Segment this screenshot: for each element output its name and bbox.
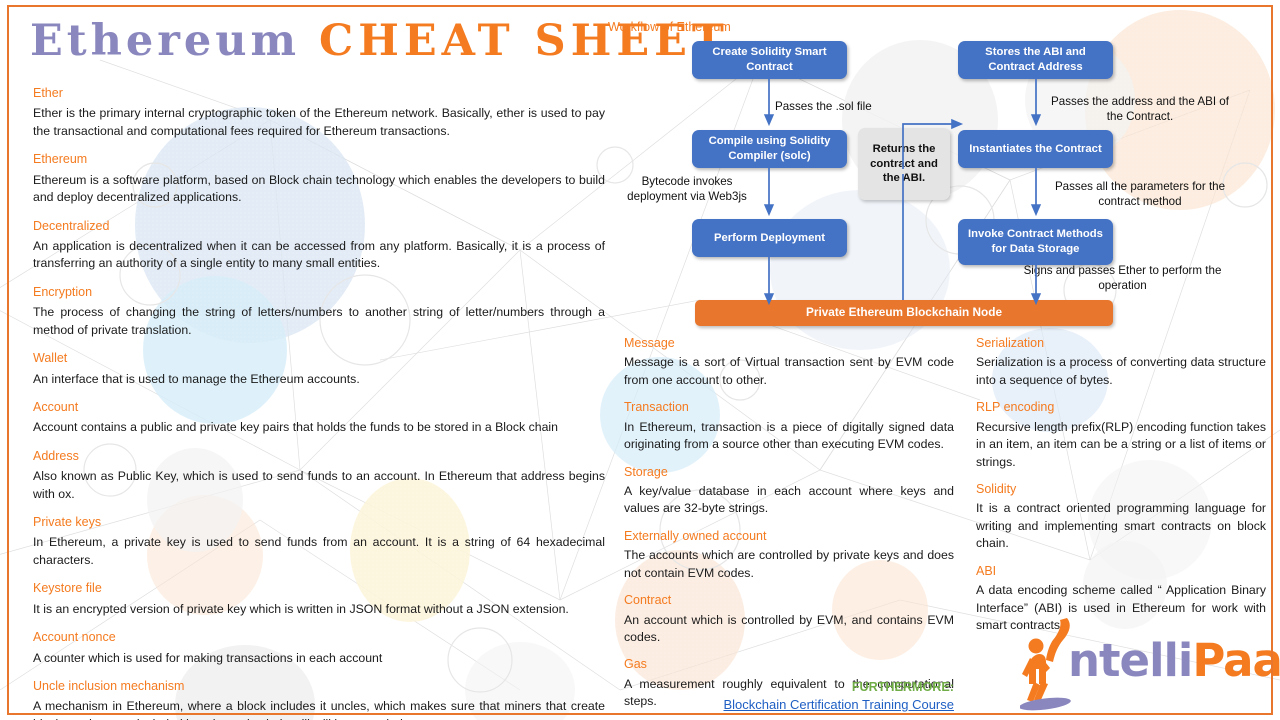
right-entry-term: ABI	[976, 563, 997, 578]
middle-entry-definition: The accounts which are controlled by pri…	[624, 548, 954, 580]
middle-entry-term: Contract	[624, 593, 672, 608]
left-entry-definition: Ethereum is a software platform, based o…	[33, 172, 605, 205]
workflow-connectors	[763, 78, 1042, 306]
left-entry-term: Account nonce	[33, 630, 116, 645]
left-entry-term: Keystore file	[33, 581, 102, 596]
left-entry-definition: The process of changing the string of le…	[33, 305, 605, 337]
middle-definition-column: Message Message is a sort of Virtual tran…	[624, 336, 954, 711]
middle-entry-term: Transaction	[624, 400, 689, 415]
right-entry-term: Solidity	[976, 482, 1017, 497]
left-entry-term: Account	[33, 399, 79, 414]
right-entry-definition: It is a contract oriented programming la…	[976, 501, 1266, 551]
right-entry-definition: Recursive length prefix(RLP) encoding fu…	[976, 419, 1266, 469]
left-entry-definition: A counter which is used for making trans…	[33, 650, 383, 665]
left-entry-term: Ether	[33, 86, 63, 100]
middle-entry-definition: A key/value database in each account whe…	[624, 483, 954, 516]
left-entry-definition: An application is decentralized when it …	[33, 238, 605, 271]
left-entry-definition: Ether is the primary internal cryptograp…	[33, 106, 605, 138]
middle-entry-term: Storage	[624, 464, 668, 479]
right-entry-term: RLP encoding	[976, 400, 1055, 415]
workflow-title: Workflow of Ethereum	[608, 20, 731, 34]
left-entry-definition: It is an encrypted version of private ke…	[33, 601, 569, 616]
left-entry-definition: Account contains a public and private ke…	[33, 420, 558, 435]
right-entry-term: Serialization	[976, 336, 1045, 350]
logo-text-intelli: ntelli	[1068, 634, 1193, 687]
logo-wordmark: ntelliPaat	[1068, 634, 1280, 687]
footer-links: FURTHERMORE: Blockchain Certification Tr…	[624, 680, 955, 712]
course-link[interactable]: Blockchain Certification Training Course	[624, 697, 955, 712]
left-entry-definition: Also known as Public Key, which is used …	[33, 469, 605, 501]
left-entry-definition: An interface that is used to manage the …	[33, 371, 360, 386]
logo-text-paat: Paat	[1192, 634, 1280, 687]
middle-entry-term: Message	[624, 336, 675, 350]
furthermore-label: FURTHERMORE:	[851, 680, 954, 694]
title-ethereum: Ethereum	[30, 16, 301, 66]
left-entry-definition: A mechanism in Ethereum, where a block i…	[33, 699, 605, 720]
middle-entry-definition: In Ethereum, transaction is a piece of d…	[624, 419, 954, 452]
middle-entry-term: Externally owned account	[624, 528, 767, 543]
left-entry-term: Address	[33, 448, 79, 463]
middle-entry-definition: An account which is controlled by EVM, a…	[624, 612, 954, 644]
left-entry-term: Decentralized	[33, 218, 110, 233]
cheat-sheet-page: Ethereum CHEAT SHEET Ether Ether is the p…	[0, 0, 1280, 720]
left-entry-term: Private keys	[33, 515, 102, 530]
left-entry-definition: In Ethereum, a private key is used to se…	[33, 535, 605, 567]
right-entry-definition: Serialization is a process of converting…	[976, 355, 1266, 387]
middle-entry-definition: Message is a sort of Virtual transaction…	[624, 355, 954, 387]
intellipaat-logo: ntelliPaat	[1020, 612, 1280, 712]
left-definition-column: Ether Ether is the primary internal crypt…	[33, 86, 605, 720]
left-entry-term: Wallet	[33, 351, 68, 366]
right-definition-column: Serialization Serialization is a process …	[976, 336, 1266, 634]
left-entry-term: Encryption	[33, 284, 93, 299]
middle-entry-term: Gas	[624, 657, 647, 672]
left-entry-term: Uncle inclusion mechanism	[33, 679, 185, 693]
left-entry-term: Ethereum	[33, 152, 88, 167]
